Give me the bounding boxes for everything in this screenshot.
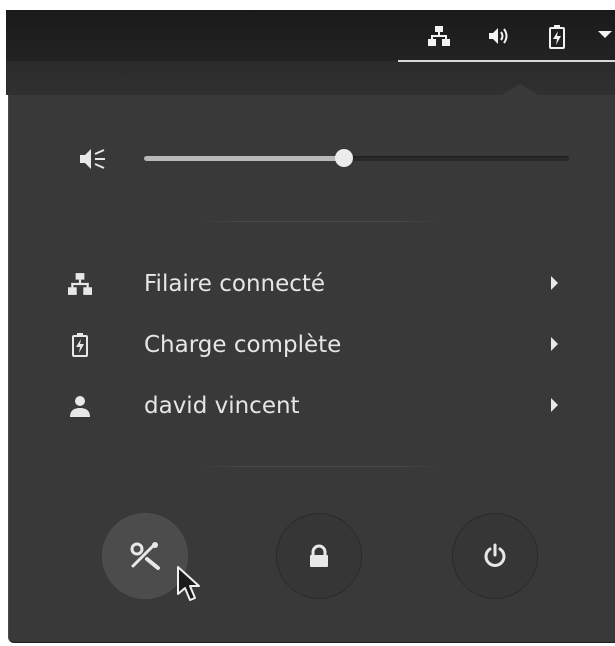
battery-charging-icon[interactable] (548, 25, 566, 49)
chevron-right-icon (551, 337, 558, 351)
menu-item-label: david vincent (144, 393, 300, 419)
popup-arrow (500, 84, 540, 96)
chevron-right-icon (551, 276, 558, 290)
lock-icon (310, 544, 328, 567)
speaker-muted-icon[interactable] (78, 147, 106, 171)
network-wired-icon[interactable] (428, 25, 450, 47)
power-button[interactable] (452, 513, 538, 599)
menu-item-label: Filaire connecté (144, 271, 326, 297)
separator (200, 466, 440, 467)
top-bar (6, 10, 615, 61)
chevron-right-icon (551, 398, 558, 412)
volume-slider-handle[interactable] (334, 149, 353, 167)
settings-icon (130, 542, 160, 570)
speaker-icon[interactable] (487, 25, 511, 47)
volume-slider-fill (144, 156, 344, 161)
power-icon (484, 543, 506, 567)
mouse-cursor-icon (177, 566, 200, 601)
menu-item-battery[interactable]: Charge complète (60, 320, 580, 370)
menu-item-user[interactable]: david vincent (60, 381, 580, 431)
menu-item-label: Charge complète (144, 332, 342, 358)
dropdown-arrow-icon[interactable] (598, 31, 615, 41)
user-icon (70, 396, 90, 417)
network-wired-icon (68, 273, 92, 295)
menu-item-network[interactable]: Filaire connecté (60, 259, 580, 309)
battery-charging-icon (72, 333, 88, 357)
separator (200, 221, 440, 222)
lock-button[interactable] (276, 513, 362, 599)
top-bar-active-indicator (398, 60, 615, 62)
volume-slider[interactable] (144, 149, 569, 167)
